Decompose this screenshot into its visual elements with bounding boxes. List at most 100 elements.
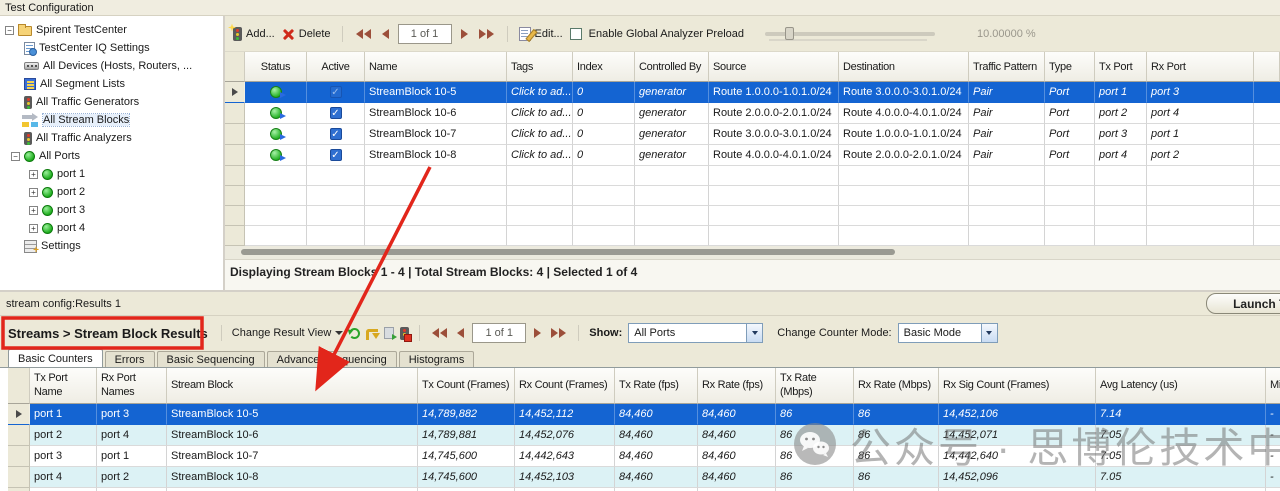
avg-latency-cell[interactable]: 7.05 [1096, 467, 1266, 488]
horizontal-scrollbar[interactable] [225, 246, 1280, 259]
tx-rate-fps-cell[interactable]: 84,460 [615, 404, 698, 425]
row-selector-cell[interactable] [8, 446, 30, 467]
column-header-destination[interactable]: Destination [839, 52, 969, 82]
rx-rate-mbps-cell[interactable]: 86 [854, 404, 939, 425]
table-row[interactable]: port 2 port 4 StreamBlock 10-6 14,789,88… [8, 425, 1280, 446]
row-selector-cell[interactable] [225, 145, 245, 166]
active-cell[interactable] [307, 124, 365, 145]
column-header-rx-count[interactable]: Rx Count (Frames) [515, 368, 615, 404]
last-page-button[interactable] [549, 326, 568, 340]
tab-histograms[interactable]: Histograms [398, 351, 475, 367]
column-header-min-latency[interactable]: Min Latency (us) [1266, 368, 1280, 404]
tx-rate-mbps-cell[interactable]: 86 [776, 404, 854, 425]
rx-port-cell[interactable]: port 3 [1147, 82, 1254, 103]
show-ports-dropdown[interactable]: All Ports [628, 323, 764, 343]
rx-rate-fps-cell[interactable]: 84,460 [698, 446, 776, 467]
collapse-icon[interactable]: − [5, 25, 14, 35]
avg-latency-cell[interactable]: 7.14 [1096, 404, 1266, 425]
min-latency-cell[interactable]: - [1266, 467, 1280, 488]
column-header-rx-rate-mbps[interactable]: Rx Rate (Mbps) [854, 368, 939, 404]
type-cell[interactable]: Port [1045, 124, 1095, 145]
expand-icon[interactable]: + [29, 223, 38, 233]
column-header-tx-port[interactable]: Tx Port [1095, 52, 1147, 82]
table-row[interactable]: port 1 port 3 StreamBlock 10-5 14,789,88… [8, 404, 1280, 425]
record-results-icon[interactable] [400, 326, 413, 342]
name-cell[interactable]: StreamBlock 10-6 [365, 103, 507, 124]
tx-port-name-cell[interactable]: port 4 [30, 467, 97, 488]
stream-block-cell[interactable]: StreamBlock 10-7 [167, 446, 418, 467]
column-header-rx-port[interactable]: Rx Port [1147, 52, 1254, 82]
controlled-by-cell[interactable]: generator [635, 124, 709, 145]
avg-latency-cell[interactable]: 7.05 [1096, 425, 1266, 446]
tab-advanced-sequencing[interactable]: Advanced Sequencing [266, 351, 397, 367]
tx-port-cell[interactable]: port 4 [1095, 145, 1147, 166]
tree-item-all-stream-blocks[interactable]: All Stream Blocks [0, 111, 223, 129]
tx-rate-fps-cell[interactable]: 84,460 [615, 446, 698, 467]
index-cell[interactable]: 0 [573, 103, 635, 124]
tree-item-port-1[interactable]: + port 1 [0, 165, 223, 183]
table-row[interactable]: StreamBlock 10-5 Click to ad... 0 genera… [225, 82, 1280, 103]
first-page-button[interactable] [354, 27, 373, 41]
tx-port-cell[interactable]: port 2 [1095, 103, 1147, 124]
tags-cell[interactable]: Click to ad... [507, 103, 573, 124]
rx-count-cell[interactable]: 14,442,643 [515, 446, 615, 467]
tree-item-all-devices[interactable]: All Devices (Hosts, Routers, ... [0, 57, 223, 75]
edit-button[interactable]: Edit... [518, 26, 563, 41]
rx-rate-fps-cell[interactable]: 84,460 [698, 404, 776, 425]
destination-cell[interactable]: Route 2.0.0.0-2.0.1.0/24 [839, 145, 969, 166]
rx-port-names-cell[interactable]: port 3 [97, 404, 167, 425]
tx-port-name-cell[interactable]: port 3 [30, 446, 97, 467]
destination-cell[interactable]: Route 4.0.0.0-4.0.1.0/24 [839, 103, 969, 124]
tree-item-all-traffic-analyzers[interactable]: All Traffic Analyzers [0, 129, 223, 147]
source-cell[interactable]: Route 3.0.0.0-3.0.1.0/24 [709, 124, 839, 145]
tx-port-name-cell[interactable]: port 1 [30, 404, 97, 425]
rx-rate-mbps-cell[interactable]: 86 [854, 446, 939, 467]
delete-button[interactable]: Delete [282, 27, 331, 40]
traffic-pattern-cell[interactable]: Pair [969, 82, 1045, 103]
launch-test-button[interactable]: Launch Tes [1206, 293, 1280, 314]
expand-icon[interactable]: + [29, 187, 38, 197]
tx-port-cell[interactable]: port 3 [1095, 124, 1147, 145]
change-result-view-dropdown[interactable]: Change Result View [232, 327, 344, 339]
tx-count-cell[interactable]: 14,745,600 [418, 446, 515, 467]
tags-cell[interactable]: Click to ad... [507, 82, 573, 103]
corner-header-cell[interactable] [225, 52, 245, 82]
rx-count-cell[interactable]: 14,452,076 [515, 425, 615, 446]
table-row[interactable]: StreamBlock 10-6 Click to ad... 0 genera… [225, 103, 1280, 124]
destination-cell[interactable]: Route 1.0.0.0-1.0.1.0/24 [839, 124, 969, 145]
export-results-icon[interactable] [366, 329, 381, 340]
column-header-name[interactable]: Name [365, 52, 507, 82]
column-header-source[interactable]: Source [709, 52, 839, 82]
expand-icon[interactable]: + [29, 169, 38, 179]
tags-cell[interactable]: Click to ad... [507, 145, 573, 166]
source-cell[interactable]: Route 1.0.0.0-1.0.1.0/24 [709, 82, 839, 103]
active-cell[interactable] [307, 82, 365, 103]
tx-count-cell[interactable]: 14,745,600 [418, 467, 515, 488]
index-cell[interactable]: 0 [573, 82, 635, 103]
tags-cell[interactable]: Click to ad... [507, 124, 573, 145]
column-header-tx-rate-fps[interactable]: Tx Rate (fps) [615, 368, 698, 404]
type-cell[interactable]: Port [1045, 103, 1095, 124]
rx-sig-count-cell[interactable]: 14,452,096 [939, 467, 1096, 488]
checked-checkbox-icon[interactable] [329, 128, 342, 140]
rx-rate-fps-cell[interactable]: 84,460 [698, 467, 776, 488]
controlled-by-cell[interactable]: generator [635, 103, 709, 124]
index-cell[interactable]: 0 [573, 124, 635, 145]
min-latency-cell[interactable]: - [1266, 404, 1280, 425]
checked-checkbox-icon[interactable] [329, 149, 342, 161]
column-header-index[interactable]: Index [573, 52, 635, 82]
column-header-tx-count[interactable]: Tx Count (Frames) [418, 368, 515, 404]
corner-header-cell[interactable] [8, 368, 30, 404]
column-header-status[interactable]: Status [245, 52, 307, 82]
scrollbar-thumb[interactable] [241, 249, 896, 255]
tree-item-port-2[interactable]: + port 2 [0, 183, 223, 201]
row-selector-cell[interactable] [225, 124, 245, 145]
active-cell[interactable] [307, 103, 365, 124]
rx-port-names-cell[interactable]: port 2 [97, 467, 167, 488]
row-selector-cell[interactable] [225, 103, 245, 124]
rx-port-cell[interactable]: port 4 [1147, 103, 1254, 124]
counter-mode-dropdown[interactable]: Basic Mode [897, 323, 998, 343]
tree-item-all-traffic-generators[interactable]: All Traffic Generators [0, 93, 223, 111]
stream-block-cell[interactable]: StreamBlock 10-6 [167, 425, 418, 446]
source-cell[interactable]: Route 2.0.0.0-2.0.1.0/24 [709, 103, 839, 124]
